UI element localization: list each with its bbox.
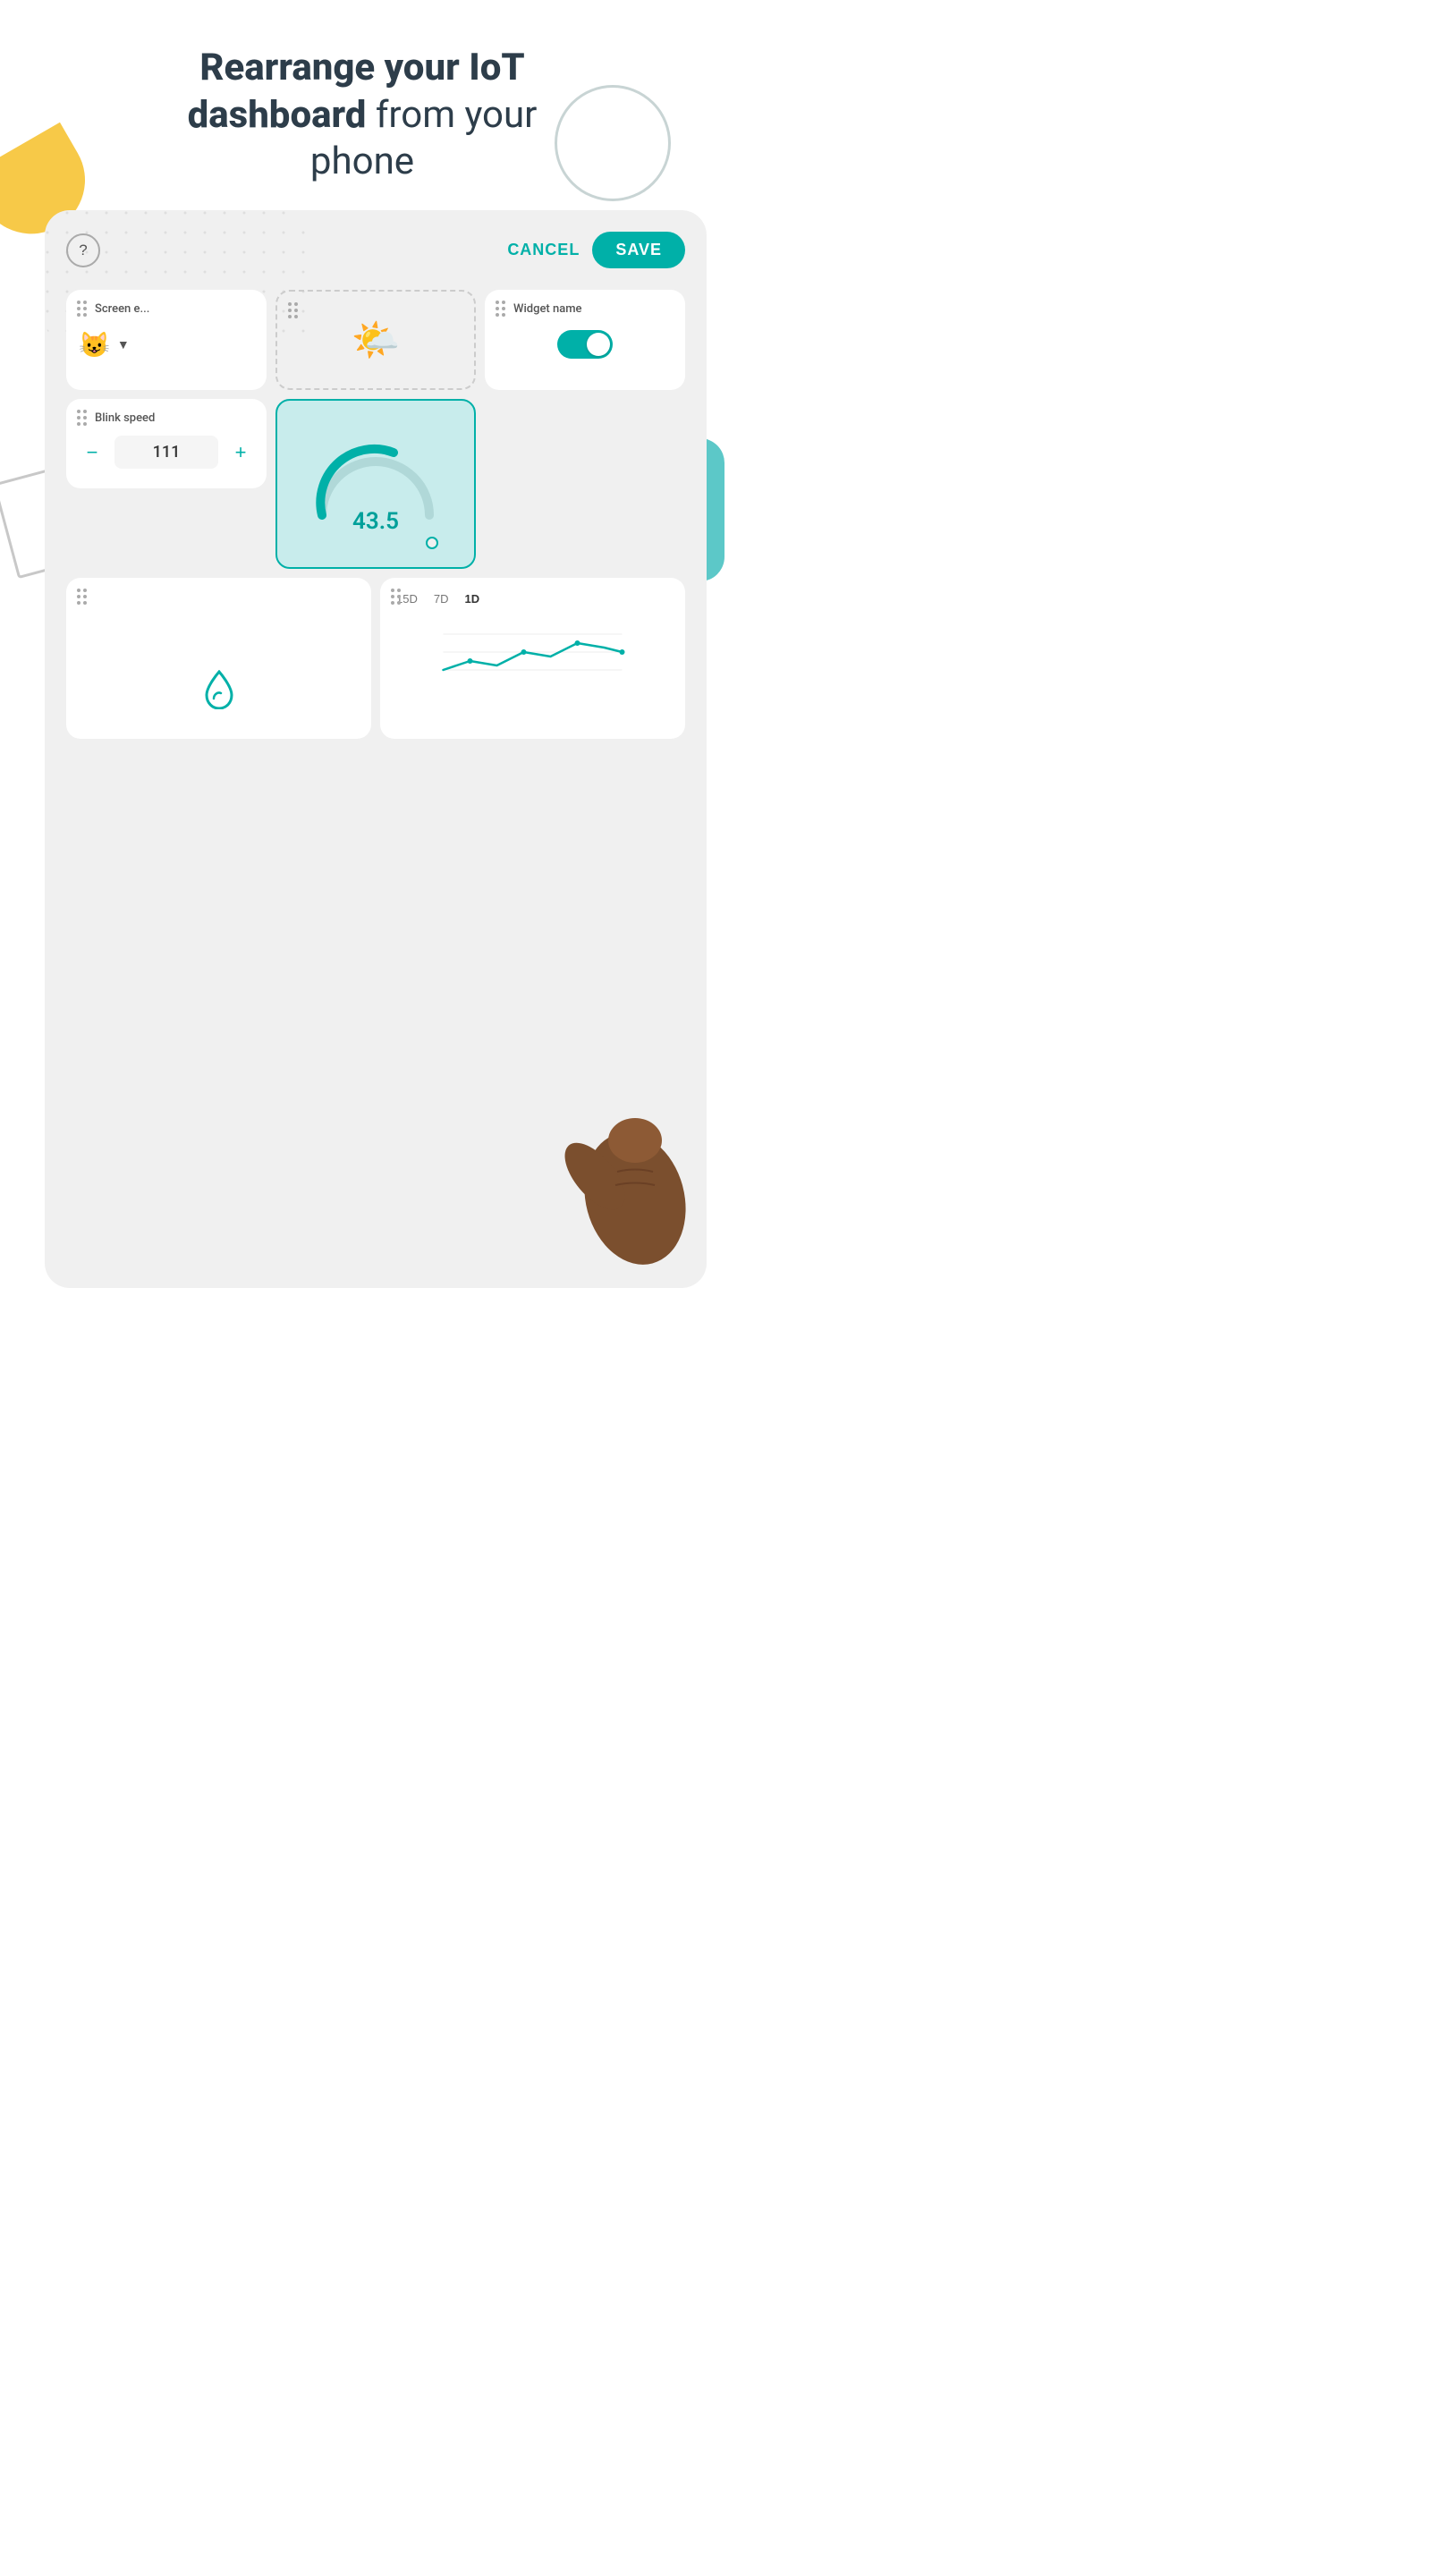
time-filter: 15D 7D 1D — [393, 590, 673, 607]
sun-widget-content: 🌤️ — [290, 304, 462, 376]
stepper: − 111 + — [79, 436, 254, 469]
save-button[interactable]: SAVE — [592, 232, 685, 268]
hand-overlay — [519, 1038, 716, 1288]
stepper-plus-button[interactable]: + — [227, 439, 254, 466]
toggle-knob — [587, 333, 610, 356]
empty-cell-bottom-left — [66, 497, 267, 569]
grid-row-bottom: 15D 7D 1D — [66, 578, 685, 739]
empty-cell-bottom-right — [485, 497, 685, 569]
grid-row-2-3: Blink speed − 111 + 43.5 — [66, 399, 685, 569]
water-drop-icon — [203, 670, 235, 717]
time-7d-button[interactable]: 7D — [430, 590, 453, 607]
dashboard-card: ? CANCEL SAVE Screen e... 😺 ▼ — [45, 210, 707, 1288]
drag-handle-3[interactable] — [496, 301, 505, 317]
blink-speed-widget: Blink speed − 111 + — [66, 399, 267, 488]
gauge-widget: 43.5 — [275, 399, 476, 569]
toggle-widget-content — [497, 326, 673, 359]
sun-widget: 🌤️ — [275, 290, 476, 390]
title-bold-part: Rearrange your IoTdashboard — [188, 46, 525, 137]
mini-chart — [393, 616, 673, 688]
chart-widget: 15D 7D 1D — [380, 578, 685, 739]
dropdown-arrow-icon[interactable]: ▼ — [117, 337, 130, 352]
toggle-switch[interactable] — [557, 330, 613, 359]
stepper-value: 111 — [114, 436, 218, 469]
drag-handle-1[interactable] — [77, 301, 87, 317]
drag-handle-5[interactable] — [77, 589, 87, 605]
gauge-value: 43.5 — [352, 508, 399, 535]
drag-handle-4[interactable] — [77, 410, 87, 426]
screen-emoji-label: Screen e... — [95, 302, 254, 316]
water-widget — [66, 578, 371, 739]
grid-row-1: Screen e... 😺 ▼ 🌤️ Wid — [66, 290, 685, 390]
screen-emoji-content: 😺 ▼ — [79, 326, 254, 360]
drag-handle-2[interactable] — [288, 302, 298, 318]
gauge-resize-dot[interactable] — [426, 537, 438, 549]
widget-name-label: Widget name — [513, 302, 673, 316]
gauge-container: 43.5 — [304, 426, 447, 542]
toolbar-right: CANCEL SAVE — [507, 232, 685, 268]
help-icon: ? — [79, 242, 87, 259]
drag-handle-6[interactable] — [391, 589, 401, 605]
blink-speed-label: Blink speed — [95, 411, 254, 425]
page-title: Rearrange your IoTdashboard from yourpho… — [72, 45, 653, 186]
help-button[interactable]: ? — [66, 233, 100, 267]
sun-icon: 🌤️ — [352, 317, 401, 363]
grid-content: ? CANCEL SAVE Screen e... 😺 ▼ — [66, 232, 685, 739]
screen-emoji-widget: Screen e... 😺 ▼ — [66, 290, 267, 390]
emoji-icon: 😺 — [79, 330, 110, 360]
widget-name-card: Widget name — [485, 290, 685, 390]
empty-cell-top-right — [485, 399, 685, 488]
header-section: Rearrange your IoTdashboard from yourpho… — [0, 0, 724, 213]
cancel-button[interactable]: CANCEL — [507, 241, 580, 259]
time-1d-button[interactable]: 1D — [461, 590, 483, 607]
hand-svg — [519, 1038, 716, 1288]
toolbar: ? CANCEL SAVE — [66, 232, 685, 268]
stepper-minus-button[interactable]: − — [79, 439, 106, 466]
